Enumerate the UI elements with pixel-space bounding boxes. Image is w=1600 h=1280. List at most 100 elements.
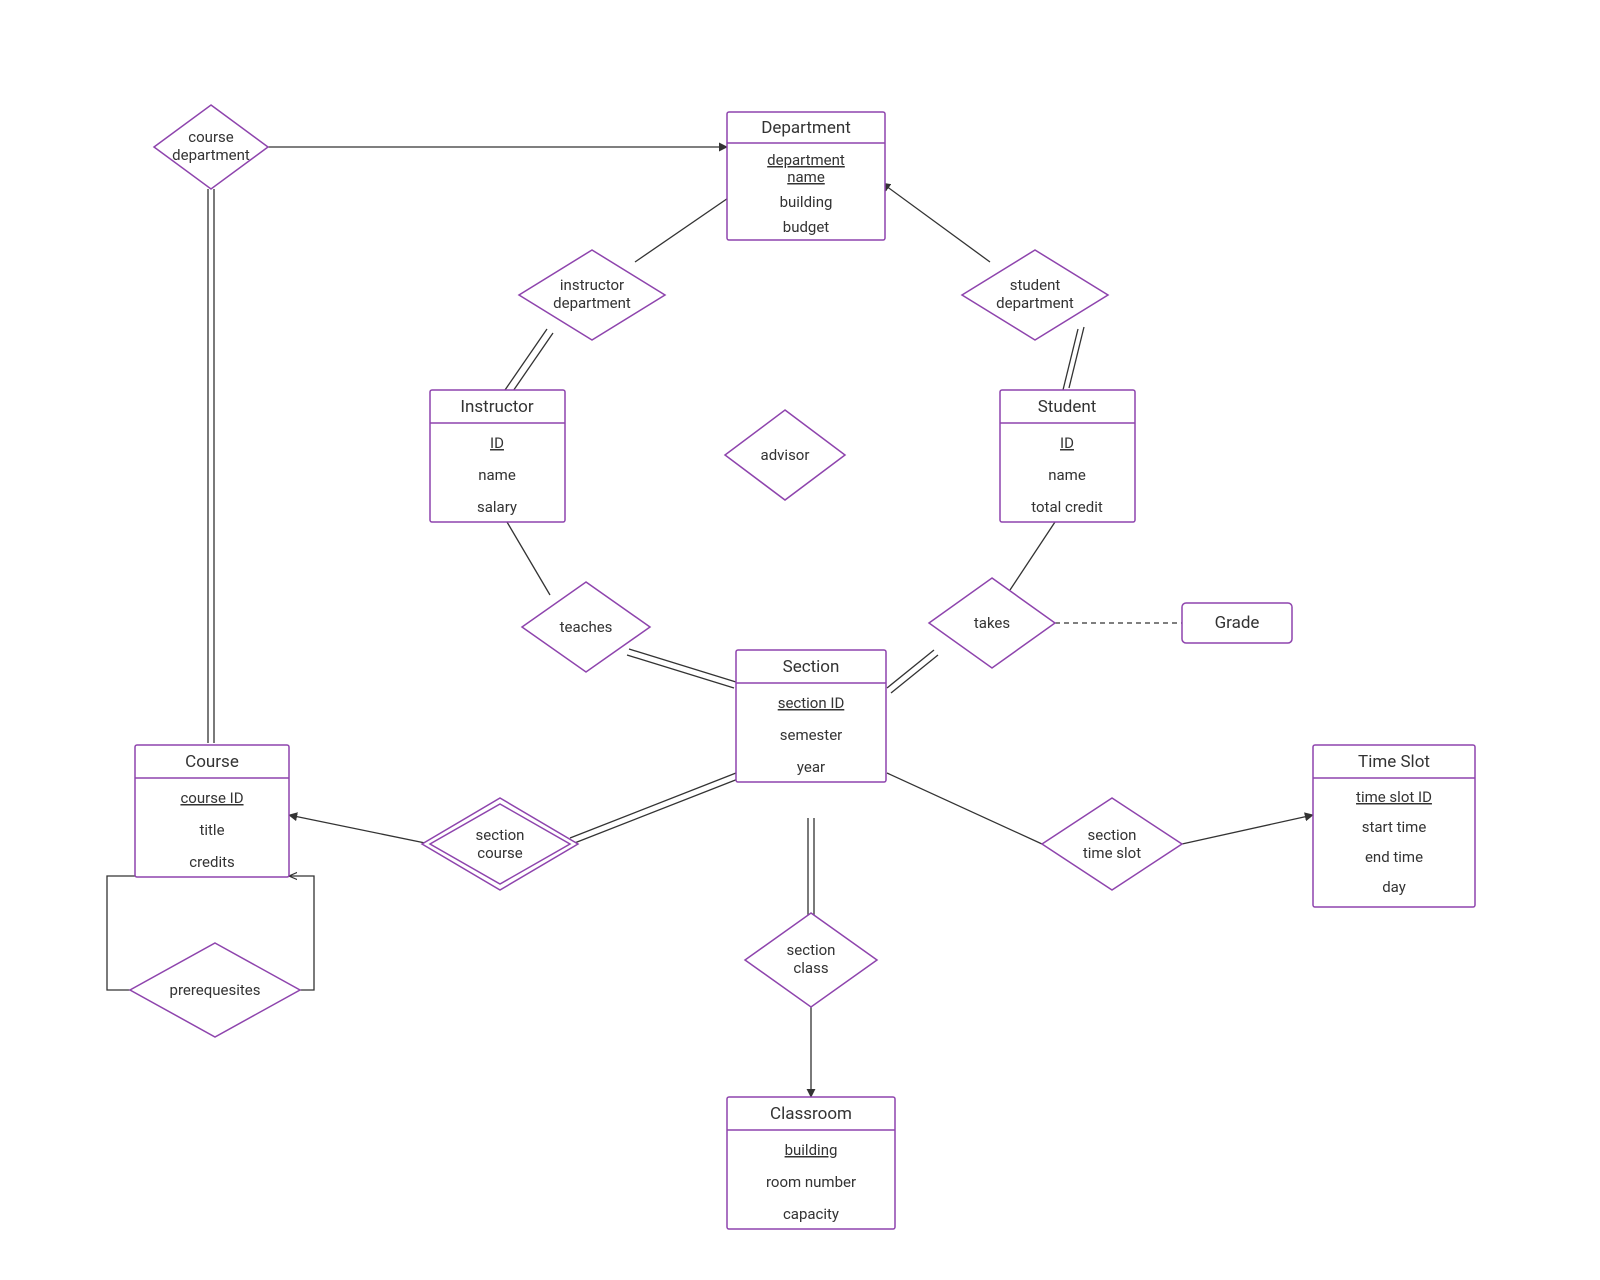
entity-course-attr2: credits <box>189 853 235 871</box>
entity-department-attr1: building <box>780 193 833 211</box>
rel-advisor-label: advisor <box>761 446 810 464</box>
entity-department-attr0-l2: name <box>787 168 825 186</box>
entity-section-title: Section <box>783 657 840 677</box>
edge-seccourse-to-section-a <box>570 773 736 838</box>
svg-text:instructor: instructor <box>560 276 624 294</box>
edge-teaches-to-instructor <box>507 522 550 595</box>
svg-text:section: section <box>476 826 525 844</box>
rel-student-department-label1: student <box>1010 276 1061 294</box>
rel-takes-label: takes <box>974 614 1010 632</box>
svg-text:prerequesites: prerequesites <box>170 981 261 999</box>
rel-takes: takes <box>929 578 1055 668</box>
entity-classroom-attr0: building <box>785 1141 838 1159</box>
rel-teaches-label: teaches <box>560 618 613 636</box>
entity-classroom-title: Classroom <box>770 1104 852 1124</box>
svg-text:class: class <box>793 959 828 977</box>
svg-text:student: student <box>1010 276 1061 294</box>
svg-text:course: course <box>477 844 523 862</box>
svg-text:course: course <box>188 128 234 146</box>
rel-student-department: student department <box>962 250 1108 340</box>
svg-text:department: department <box>553 294 631 312</box>
svg-text:teaches: teaches <box>560 618 613 636</box>
rel-section-class-label1: section <box>787 941 836 959</box>
entity-department-attr0-l1: department <box>767 151 845 169</box>
svg-text:department: department <box>767 151 845 169</box>
svg-text:advisor: advisor <box>761 446 810 464</box>
entity-instructor: Instructor ID name salary <box>430 390 565 522</box>
entity-course-title: Course <box>185 752 239 772</box>
svg-text:time slot: time slot <box>1083 844 1141 862</box>
edge-studdept-to-department <box>882 183 990 262</box>
edge-teaches-to-section-b <box>629 649 736 682</box>
entity-grade-title: Grade <box>1215 613 1260 633</box>
entity-timeslot-attr2: end time <box>1365 848 1423 866</box>
entity-timeslot-title: Time Slot <box>1358 752 1430 772</box>
svg-text:name: name <box>787 168 825 186</box>
entity-classroom-attr1: room number <box>766 1173 856 1191</box>
entity-instructor-attr2: salary <box>477 498 517 516</box>
edge-seccourse-to-course <box>289 815 430 844</box>
entity-section-attr0: section ID <box>778 694 845 712</box>
edge-instdept-to-instructor-a <box>505 329 547 390</box>
rel-course-department-label2: department <box>172 146 250 164</box>
rel-section-class-label2: class <box>793 959 828 977</box>
rel-instructor-department-label2: department <box>553 294 631 312</box>
entity-section: Section section ID semester year <box>736 650 886 782</box>
rel-section-course-label1: section <box>476 826 525 844</box>
svg-text:section: section <box>787 941 836 959</box>
er-diagram: course department instructor department … <box>0 0 1600 1280</box>
edge-takes-to-student <box>1010 522 1055 590</box>
entity-classroom-attr2: capacity <box>783 1205 839 1223</box>
rel-prerequisites-label: prerequesites <box>170 981 261 999</box>
entity-student: Student ID name total credit <box>1000 390 1135 522</box>
entity-instructor-title: Instructor <box>460 397 533 417</box>
rel-section-timeslot-label1: section <box>1088 826 1137 844</box>
rel-teaches: teaches <box>522 582 650 672</box>
entity-section-attr1: semester <box>780 726 843 744</box>
entity-section-attr2: year <box>797 758 825 776</box>
edge-sectime-to-timeslot <box>1182 815 1313 844</box>
entity-classroom: Classroom building room number capacity <box>727 1097 895 1229</box>
edge-teaches-to-section-a <box>627 655 734 688</box>
entity-student-attr0: ID <box>1060 434 1074 452</box>
entity-timeslot-attr1: start time <box>1362 818 1427 836</box>
entity-course-attr0: course ID <box>180 789 243 807</box>
entity-department: Department department name building budg… <box>727 112 885 240</box>
rel-section-course: section course <box>422 798 578 890</box>
entity-timeslot-attr0: time slot ID <box>1356 788 1432 806</box>
edge-prereq-right <box>275 876 314 990</box>
rel-instructor-department-label1: instructor <box>560 276 624 294</box>
rel-section-class: section class <box>745 913 877 1007</box>
edge-sectime-to-section <box>887 773 1042 844</box>
rel-instructor-department: instructor department <box>519 250 665 340</box>
edge-takes-to-section-a <box>887 650 934 688</box>
entity-timeslot: Time Slot time slot ID start time end ti… <box>1313 745 1475 907</box>
entity-student-title: Student <box>1038 397 1097 417</box>
svg-text:takes: takes <box>974 614 1010 632</box>
rel-section-course-label2: course <box>477 844 523 862</box>
rel-course-department-label1: course <box>188 128 234 146</box>
entity-course: Course course ID title credits <box>135 745 289 877</box>
rel-prerequisites: prerequesites <box>130 943 300 1037</box>
entity-department-attr2: budget <box>783 218 830 236</box>
entity-timeslot-attr3: day <box>1382 878 1406 896</box>
edge-seccourse-to-section-b <box>572 779 738 844</box>
rel-advisor: advisor <box>725 410 845 500</box>
edge-prereq-left <box>107 876 155 990</box>
rel-section-timeslot-label2: time slot <box>1083 844 1141 862</box>
svg-text:section: section <box>1088 826 1137 844</box>
entity-course-attr1: title <box>199 821 224 839</box>
entity-student-attr1: name <box>1048 466 1086 484</box>
rel-student-department-label2: department <box>996 294 1074 312</box>
edge-takes-to-section-b <box>891 655 938 693</box>
svg-text:department: department <box>996 294 1074 312</box>
entity-department-title: Department <box>761 118 851 138</box>
rel-course-department: course department <box>154 105 268 189</box>
entity-instructor-attr1: name <box>478 466 516 484</box>
svg-text:department: department <box>172 146 250 164</box>
entity-grade: Grade <box>1182 603 1292 643</box>
edge-instdept-to-instructor-b <box>511 333 553 394</box>
entity-student-attr2: total credit <box>1031 498 1103 516</box>
rel-section-timeslot: section time slot <box>1042 798 1182 890</box>
entity-instructor-attr0: ID <box>490 434 504 452</box>
